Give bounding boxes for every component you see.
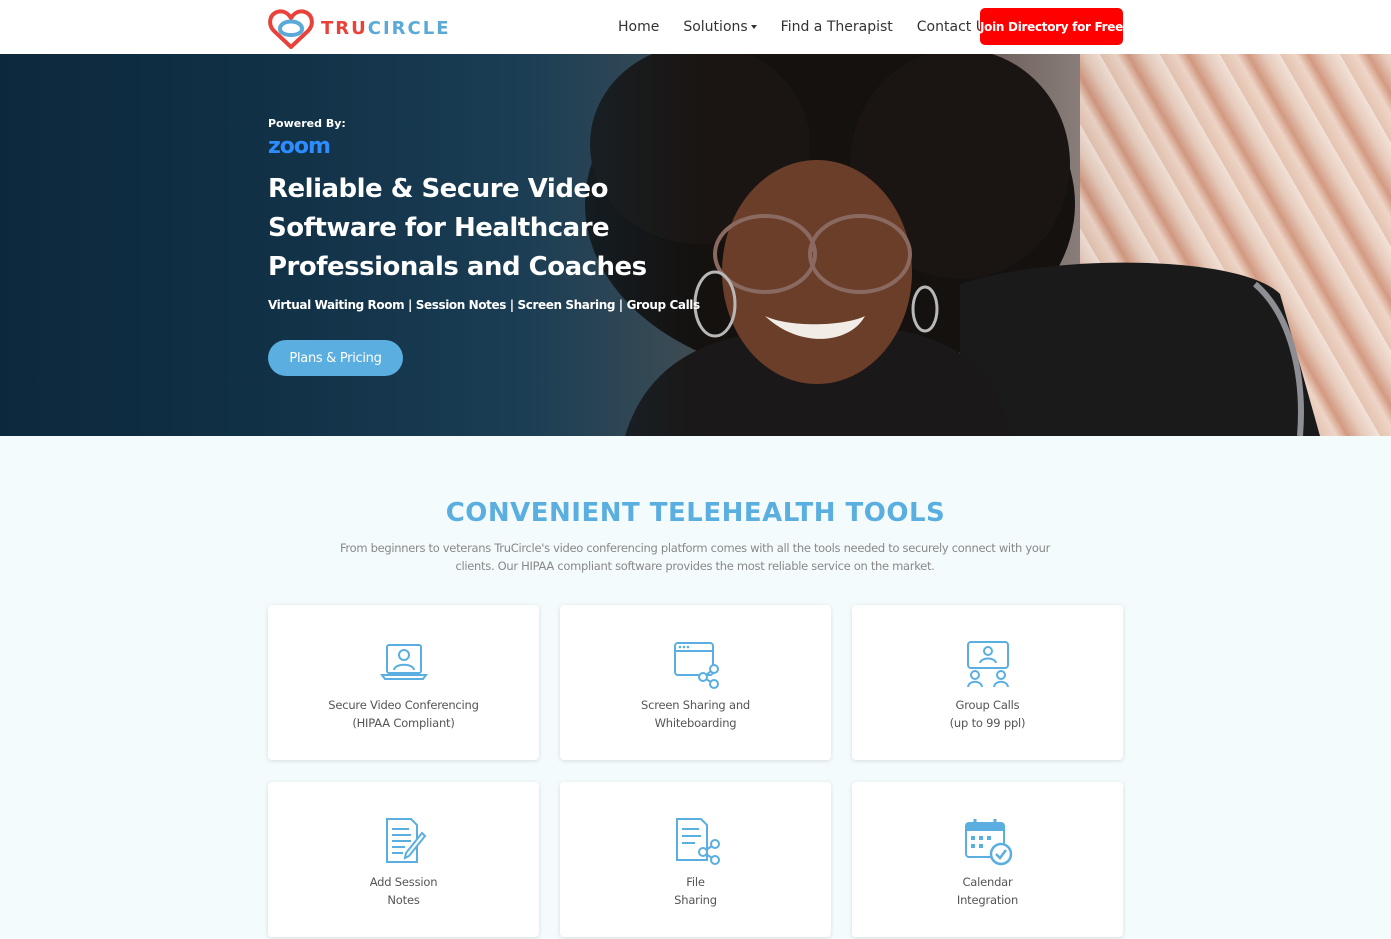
tool-card-session-notes[interactable]: Add Session Notes [268, 782, 539, 937]
file-share-icon [675, 818, 720, 865]
tool-card-label: Calendar Integration [956, 875, 1019, 907]
tool-card-calendar[interactable]: Calendar Integration [852, 782, 1123, 937]
heart-circle-icon [268, 9, 314, 49]
hero-banner: Powered By: zoom Reliable & Secure Video… [0, 54, 1391, 436]
nav-solutions[interactable]: Solutions [683, 19, 757, 35]
tool-card-label: Group Calls (up to 99 ppl) [949, 698, 1026, 730]
tool-card-label: Secure Video Conferencing (HIPAA Complian… [328, 698, 479, 730]
navbar: TRUCIRCLE Home Solutions Find a Therapis… [0, 0, 1391, 54]
tool-card-label: Add Session Notes [369, 875, 438, 907]
zoom-logo: zoom [268, 134, 331, 159]
tool-card-screen-sharing[interactable]: Screen Sharing and Whiteboarding [560, 605, 831, 760]
notes-pencil-icon [385, 818, 426, 863]
tool-card-label: Screen Sharing and Whiteboarding [640, 698, 751, 730]
brand-logo[interactable]: TRUCIRCLE [268, 7, 451, 49]
brand-name: TRUCIRCLE [321, 17, 451, 39]
nav-home[interactable]: Home [618, 19, 659, 35]
hero-title: Reliable & Secure Video Software for Hea… [268, 174, 647, 282]
nav-find-therapist[interactable]: Find a Therapist [781, 19, 893, 35]
caret-down-icon [750, 25, 757, 29]
tool-card-label: File Sharing [674, 875, 717, 907]
tool-card-video-conferencing[interactable]: Secure Video Conferencing (HIPAA Complian… [268, 605, 539, 760]
powered-by-label: Powered By: [268, 117, 346, 130]
tools-section-description: From beginners to veterans TruCircle's v… [339, 541, 1051, 573]
join-directory-button[interactable]: Join Directory for Free [980, 8, 1123, 45]
group-call-icon [966, 641, 1009, 688]
tool-card-group-calls[interactable]: Group Calls (up to 99 ppl) [852, 605, 1123, 760]
nav-solutions-label: Solutions [683, 19, 748, 35]
hero-features: Virtual Waiting Room | Session Notes | S… [268, 298, 700, 312]
browser-share-icon [673, 642, 719, 689]
laptop-user-icon [379, 644, 428, 680]
calendar-check-icon [964, 819, 1012, 866]
nav-links: Home Solutions Find a Therapist Contact … [618, 0, 1017, 54]
tools-section-title: CONVENIENT TELEHEALTH TOOLS [445, 498, 946, 528]
tool-card-file-sharing[interactable]: File Sharing [560, 782, 831, 937]
plans-pricing-button[interactable]: Plans & Pricing [268, 340, 403, 376]
